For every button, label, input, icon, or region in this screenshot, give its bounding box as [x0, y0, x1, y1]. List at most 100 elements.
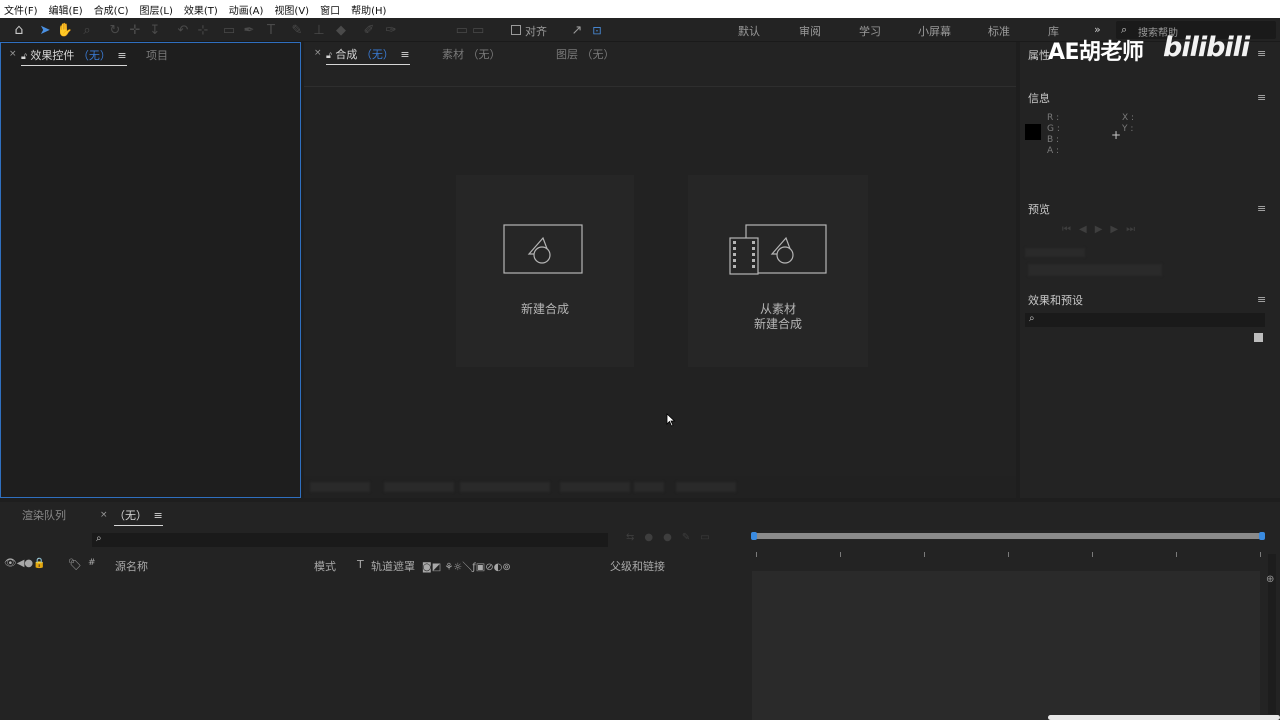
- composition-viewer: 新建合成 从素材 新建合成: [304, 86, 1016, 476]
- layer-switch-icons[interactable]: ◙◩ ⚘☼＼ƒ▣⊘◐⊚: [422, 558, 511, 573]
- ruler-tick: [1092, 552, 1093, 557]
- menu-composition[interactable]: 合成(C): [94, 2, 129, 17]
- label-icon[interactable]: 🏷︎: [68, 558, 82, 571]
- properties-menu-icon[interactable]: ≡: [1257, 47, 1266, 60]
- exposure-control[interactable]: [634, 482, 664, 492]
- snap-option-icon[interactable]: ↗: [570, 21, 584, 39]
- menu-file[interactable]: 文件(F): [4, 2, 38, 17]
- new-comp-from-footage-card[interactable]: 从素材 新建合成: [688, 175, 868, 367]
- menu-layer[interactable]: 图层(L): [139, 2, 172, 17]
- preview-menu-icon[interactable]: ≡: [1257, 202, 1266, 215]
- tab-footage[interactable]: 素材 （无）: [442, 46, 501, 62]
- magnification-dropdown[interactable]: [310, 482, 370, 492]
- menu-animation[interactable]: 动画(A): [229, 2, 264, 17]
- tool-options: ▭ ▭: [455, 22, 485, 38]
- menu-effect[interactable]: 效果(T): [184, 2, 218, 17]
- viewer-toggles[interactable]: [460, 482, 550, 492]
- timeline-search-input[interactable]: ⌕: [92, 533, 608, 547]
- timeline-switches-icons[interactable]: ⇆●●✎▭: [626, 532, 720, 543]
- close-icon[interactable]: ×: [100, 510, 108, 520]
- ruler-tick: [1176, 552, 1177, 557]
- text-tool-icon[interactable]: T: [264, 21, 278, 39]
- preview-shortcut-dropdown[interactable]: [1028, 264, 1162, 276]
- footage-composition-icon: [729, 224, 827, 275]
- close-icon[interactable]: ×: [9, 49, 17, 59]
- roto-tool-icon[interactable]: ✐: [362, 21, 376, 39]
- tab-composition[interactable]: 🔓︎ 合成 （无） ≡: [326, 46, 410, 65]
- effect-controls-panel: × 🔓︎ 效果控件 （无） ≡ 项目: [0, 42, 301, 498]
- effects-presets-menu-icon[interactable]: ≡: [1257, 293, 1266, 306]
- timeline-scrollbar[interactable]: ⊕: [1266, 554, 1276, 714]
- rectangle-tool-icon[interactable]: ▭: [222, 21, 236, 39]
- preview-shortcut-label: [1025, 248, 1085, 257]
- preview-transport-icons[interactable]: ⏮◀▶▶⏭: [1062, 224, 1143, 235]
- horizontal-scrollbar[interactable]: [1048, 715, 1280, 720]
- col-parent-link[interactable]: 父级和链接: [610, 558, 665, 574]
- pen-tool-icon[interactable]: ✒: [242, 21, 256, 39]
- new-composition-label: 新建合成: [520, 302, 569, 316]
- hand-tool-icon[interactable]: ✋: [57, 21, 73, 39]
- effect-controls-tabbar: × 🔓︎ 效果控件 （无） ≡ 项目: [1, 43, 300, 66]
- col-track-matte[interactable]: 轨道遮罩: [371, 558, 415, 574]
- info-g: G :: [1047, 124, 1060, 134]
- menu-edit[interactable]: 编辑(E): [49, 2, 83, 17]
- channel-toggles[interactable]: [560, 482, 630, 492]
- crosshair-icon: +: [1111, 128, 1122, 142]
- properties-title: 属性: [1028, 49, 1050, 62]
- info-y: Y :: [1122, 124, 1134, 134]
- timeline-track-area[interactable]: [752, 571, 1260, 720]
- new-composition-card[interactable]: 新建合成: [456, 175, 634, 367]
- home-icon[interactable]: ⌂: [10, 21, 28, 39]
- puppet-tool-icon[interactable]: ✑: [384, 21, 398, 39]
- workspace-review[interactable]: 审阅: [799, 23, 821, 39]
- panel-menu-icon[interactable]: ≡: [117, 49, 126, 62]
- tab-render-queue[interactable]: 渲染队列: [22, 507, 66, 523]
- col-mode[interactable]: 模式: [314, 558, 336, 574]
- close-icon[interactable]: ×: [314, 48, 322, 58]
- composition-icon: [503, 224, 583, 274]
- menu-window[interactable]: 窗口: [320, 2, 340, 17]
- info-color-swatch: [1025, 124, 1041, 140]
- panel-menu-icon[interactable]: ≡: [154, 509, 163, 522]
- ruler-tick: [756, 552, 757, 557]
- workspace-learn[interactable]: 学习: [859, 23, 881, 39]
- tab-timeline-comp[interactable]: （无） ≡: [114, 507, 163, 526]
- pan-tool-icon[interactable]: ✛: [128, 21, 142, 39]
- snap-checkbox[interactable]: [511, 25, 521, 35]
- tab-effect-controls[interactable]: 🔓︎ 效果控件 （无） ≡: [21, 47, 127, 66]
- zoom-tool-icon[interactable]: ⌕: [80, 21, 94, 39]
- orbit-tool-icon[interactable]: ↻: [108, 21, 122, 39]
- eraser-tool-icon[interactable]: ◆: [334, 21, 348, 39]
- tab-project[interactable]: 项目: [146, 47, 168, 63]
- workspace-small-screen[interactable]: 小屏幕: [918, 23, 951, 39]
- resolution-dropdown[interactable]: [384, 482, 454, 492]
- workspace-standard[interactable]: 标准: [988, 23, 1010, 39]
- snap-target-icon[interactable]: ⊡: [590, 21, 604, 39]
- menu-view[interactable]: 视图(V): [274, 2, 309, 17]
- effects-search-input[interactable]: ⌕: [1025, 313, 1265, 327]
- panel-menu-icon[interactable]: ≡: [400, 48, 409, 61]
- tab-layer[interactable]: 图层 （无）: [556, 46, 615, 62]
- brush-tool-icon[interactable]: ✎: [290, 21, 304, 39]
- new-preset-icon[interactable]: [1254, 333, 1263, 342]
- info-menu-icon[interactable]: ≡: [1257, 91, 1266, 104]
- dolly-tool-icon[interactable]: ↧: [148, 21, 162, 39]
- time-ruler[interactable]: [751, 530, 1266, 570]
- anchor-tool-icon[interactable]: ⊹: [196, 21, 210, 39]
- work-area-end-handle[interactable]: [1259, 532, 1265, 540]
- col-source-name[interactable]: 源名称: [115, 558, 148, 574]
- rotate-tool-icon[interactable]: ↶: [176, 21, 190, 39]
- search-icon: ⌕: [1029, 313, 1035, 324]
- col-t[interactable]: T: [357, 558, 364, 571]
- workspace-default[interactable]: 默认: [738, 23, 760, 39]
- av-features-icons[interactable]: 👁◀●🔒: [4, 558, 46, 569]
- selection-tool-icon[interactable]: ➤: [38, 21, 52, 39]
- work-area-start-handle[interactable]: [751, 532, 757, 540]
- camera-control[interactable]: [676, 482, 736, 492]
- zoom-icon[interactable]: ⊕: [1266, 574, 1274, 585]
- work-area-bar[interactable]: [751, 532, 1265, 540]
- menu-help[interactable]: 帮助(H): [351, 2, 386, 17]
- composition-tabbar: × 🔓︎ 合成 （无） ≡ 素材 （无） 图层 （无）: [304, 42, 1016, 65]
- mouse-cursor-icon: [666, 413, 676, 427]
- stamp-tool-icon[interactable]: ⊥: [312, 21, 326, 39]
